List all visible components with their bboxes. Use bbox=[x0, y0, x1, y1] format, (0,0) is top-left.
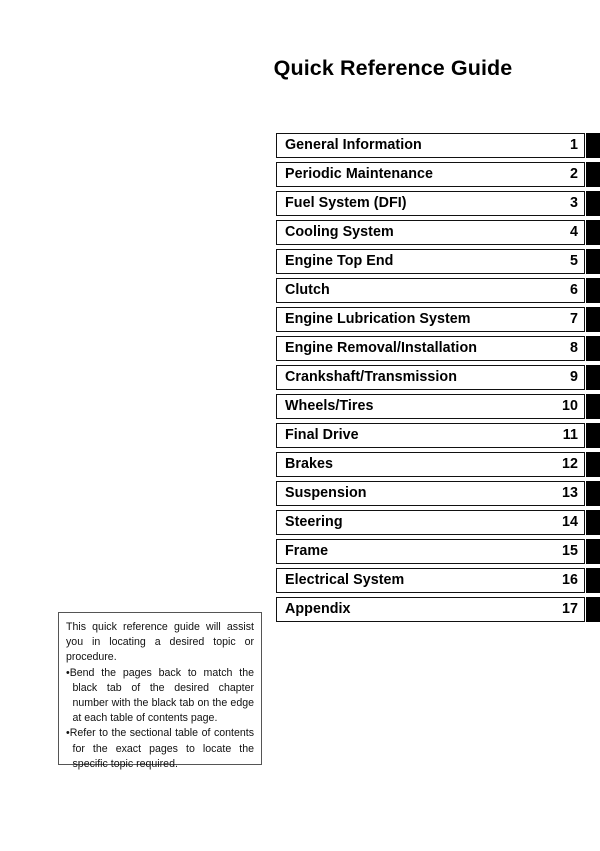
chapter-row[interactable]: Frame 15 bbox=[276, 539, 600, 564]
chapter-entry[interactable]: Appendix 17 bbox=[276, 597, 585, 622]
chapter-black-tab-icon bbox=[586, 162, 600, 187]
instruction-intro: This quick reference guide will assist y… bbox=[66, 621, 254, 664]
chapter-name: General Information bbox=[285, 137, 422, 154]
chapter-row[interactable]: Engine Lubrication System 7 bbox=[276, 307, 600, 332]
chapter-index-list: General Information 1 Periodic Maintenance… bbox=[276, 133, 600, 626]
chapter-number: 6 bbox=[569, 282, 578, 299]
instruction-bullet-refer-contents: •Refer to the sectional table of content… bbox=[66, 727, 254, 770]
chapter-entry[interactable]: Frame 15 bbox=[276, 539, 585, 564]
chapter-row[interactable]: Fuel System (DFI) 3 bbox=[276, 191, 600, 216]
chapter-name: Frame bbox=[285, 543, 329, 560]
chapter-entry[interactable]: Periodic Maintenance 2 bbox=[276, 162, 585, 187]
chapter-name: Cooling System bbox=[285, 224, 394, 241]
chapter-row[interactable]: Engine Top End 5 bbox=[276, 249, 600, 274]
chapter-name: Steering bbox=[285, 514, 343, 531]
chapter-number: 5 bbox=[569, 253, 578, 270]
chapter-name: Engine Lubrication System bbox=[285, 311, 471, 328]
chapter-entry[interactable]: Final Drive 11 bbox=[276, 423, 585, 448]
chapter-number: 17 bbox=[561, 601, 578, 618]
chapter-row[interactable]: Periodic Maintenance 2 bbox=[276, 162, 600, 187]
chapter-entry[interactable]: Wheels/Tires 10 bbox=[276, 394, 585, 419]
chapter-number: 9 bbox=[569, 369, 578, 386]
chapter-row[interactable]: Cooling System 4 bbox=[276, 220, 600, 245]
chapter-number: 12 bbox=[561, 456, 578, 473]
instruction-bullet-bend-pages: •Bend the pages back to match the black … bbox=[66, 666, 254, 725]
usage-instructions-box: This quick reference guide will assist y… bbox=[58, 612, 262, 770]
chapter-entry[interactable]: Cooling System 4 bbox=[276, 220, 585, 245]
chapter-black-tab-icon bbox=[586, 394, 600, 419]
usage-instructions-text: This quick reference guide will assist y… bbox=[66, 620, 254, 772]
chapter-number: 10 bbox=[561, 398, 578, 415]
chapter-black-tab-icon bbox=[586, 539, 600, 564]
chapter-row[interactable]: Wheels/Tires 10 bbox=[276, 394, 600, 419]
chapter-row[interactable]: Steering 14 bbox=[276, 510, 600, 535]
chapter-number: 7 bbox=[569, 311, 578, 328]
chapter-black-tab-icon bbox=[586, 220, 600, 245]
page-title: Quick Reference Guide bbox=[273, 56, 513, 80]
chapter-black-tab-icon bbox=[586, 278, 600, 303]
chapter-name: Appendix bbox=[285, 601, 351, 618]
chapter-number: 2 bbox=[569, 166, 578, 183]
chapter-entry[interactable]: Engine Top End 5 bbox=[276, 249, 585, 274]
chapter-black-tab-icon bbox=[586, 365, 600, 390]
chapter-black-tab-icon bbox=[586, 249, 600, 274]
chapter-name: Brakes bbox=[285, 456, 333, 473]
chapter-name: Electrical System bbox=[285, 572, 405, 589]
chapter-name: Suspension bbox=[285, 485, 367, 502]
chapter-black-tab-icon bbox=[586, 568, 600, 593]
chapter-row[interactable]: General Information 1 bbox=[276, 133, 600, 158]
chapter-name: Engine Removal/Installation bbox=[285, 340, 478, 357]
chapter-black-tab-icon bbox=[586, 481, 600, 506]
chapter-name: Fuel System (DFI) bbox=[285, 195, 407, 212]
chapter-entry[interactable]: Suspension 13 bbox=[276, 481, 585, 506]
chapter-row[interactable]: Final Drive 11 bbox=[276, 423, 600, 448]
chapter-row[interactable]: Appendix 17 bbox=[276, 597, 600, 622]
chapter-entry[interactable]: Fuel System (DFI) 3 bbox=[276, 191, 585, 216]
chapter-number: 1 bbox=[569, 137, 578, 154]
chapter-entry[interactable]: Electrical System 16 bbox=[276, 568, 585, 593]
chapter-entry[interactable]: Clutch 6 bbox=[276, 278, 585, 303]
chapter-entry[interactable]: General Information 1 bbox=[276, 133, 585, 158]
chapter-entry[interactable]: Engine Lubrication System 7 bbox=[276, 307, 585, 332]
chapter-number: 16 bbox=[561, 572, 578, 589]
chapter-number: 15 bbox=[561, 543, 578, 560]
chapter-number: 13 bbox=[561, 485, 578, 502]
chapter-black-tab-icon bbox=[586, 597, 600, 622]
chapter-black-tab-icon bbox=[586, 191, 600, 216]
chapter-number: 3 bbox=[569, 195, 578, 212]
chapter-name: Clutch bbox=[285, 282, 330, 299]
chapter-row[interactable]: Clutch 6 bbox=[276, 278, 600, 303]
chapter-row[interactable]: Engine Removal/Installation 8 bbox=[276, 336, 600, 361]
chapter-number: 11 bbox=[562, 427, 578, 444]
chapter-row[interactable]: Electrical System 16 bbox=[276, 568, 600, 593]
chapter-black-tab-icon bbox=[586, 307, 600, 332]
chapter-black-tab-icon bbox=[586, 423, 600, 448]
chapter-entry[interactable]: Steering 14 bbox=[276, 510, 585, 535]
chapter-entry[interactable]: Engine Removal/Installation 8 bbox=[276, 336, 585, 361]
chapter-row[interactable]: Crankshaft/Transmission 9 bbox=[276, 365, 600, 390]
chapter-row[interactable]: Brakes 12 bbox=[276, 452, 600, 477]
chapter-row[interactable]: Suspension 13 bbox=[276, 481, 600, 506]
chapter-name: Engine Top End bbox=[285, 253, 394, 270]
chapter-name: Final Drive bbox=[285, 427, 359, 444]
chapter-black-tab-icon bbox=[586, 510, 600, 535]
chapter-entry[interactable]: Crankshaft/Transmission 9 bbox=[276, 365, 585, 390]
chapter-entry[interactable]: Brakes 12 bbox=[276, 452, 585, 477]
chapter-number: 4 bbox=[569, 224, 578, 241]
chapter-black-tab-icon bbox=[586, 133, 600, 158]
chapter-name: Wheels/Tires bbox=[285, 398, 374, 415]
chapter-name: Crankshaft/Transmission bbox=[285, 369, 457, 386]
chapter-black-tab-icon bbox=[586, 336, 600, 361]
chapter-black-tab-icon bbox=[586, 452, 600, 477]
chapter-number: 8 bbox=[569, 340, 578, 357]
chapter-name: Periodic Maintenance bbox=[285, 166, 433, 183]
chapter-number: 14 bbox=[561, 514, 578, 531]
